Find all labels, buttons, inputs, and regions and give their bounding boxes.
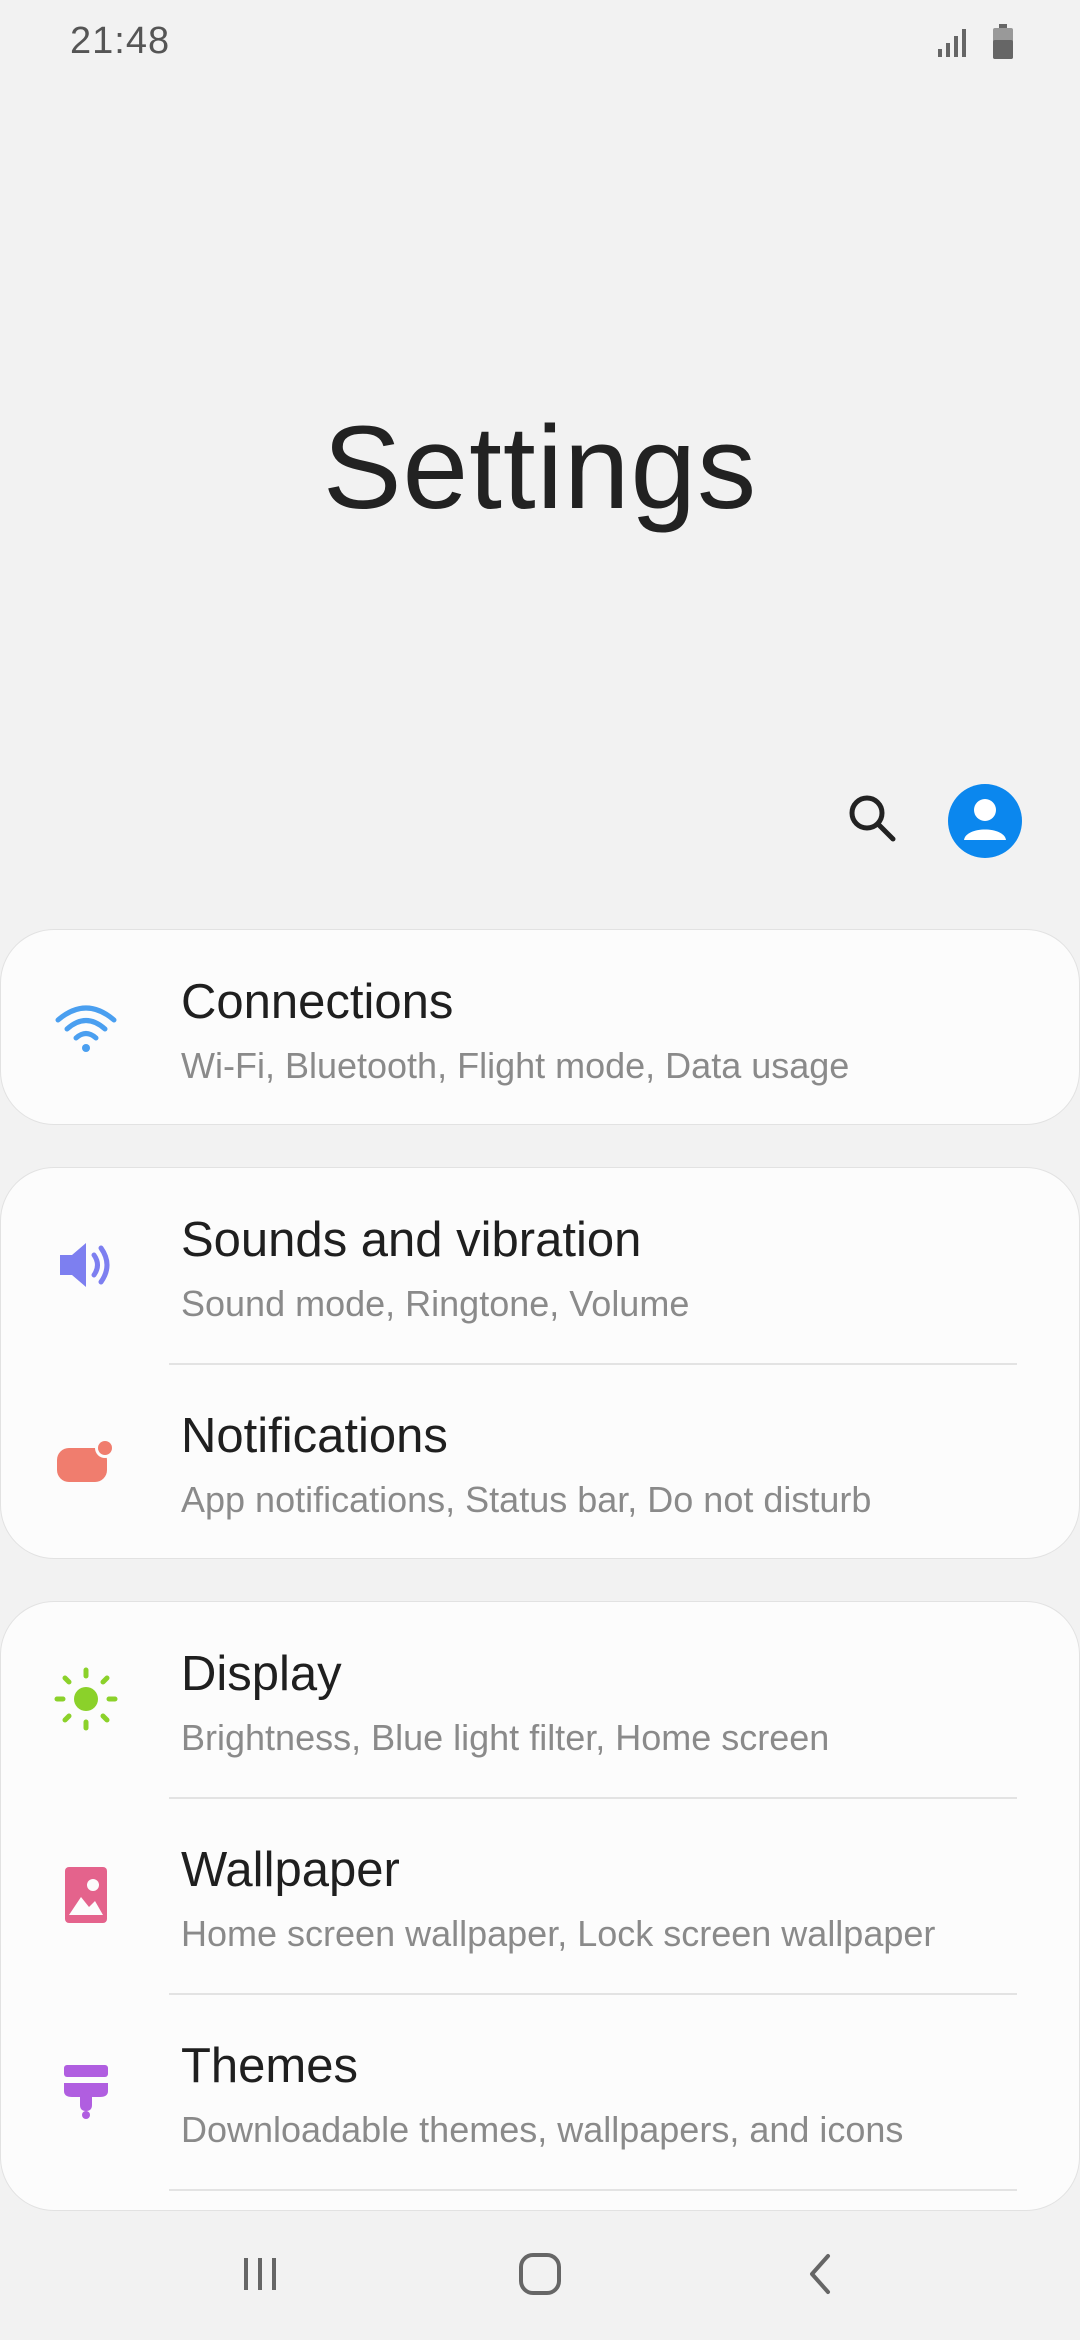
recents-icon [238, 2252, 282, 2301]
home-button[interactable] [500, 2241, 580, 2311]
item-subtitle: Sound mode, Ringtone, Volume [181, 1283, 690, 1324]
page-title: Settings [322, 402, 758, 534]
wallpaper-icon [51, 1860, 121, 1930]
item-title: Sounds and vibration [181, 1213, 642, 1267]
status-bar: 21:48 [0, 0, 1080, 90]
home-icon [516, 2250, 564, 2303]
settings-item-wallpaper[interactable]: Wallpaper Home screen wallpaper, Lock sc… [1, 1798, 1079, 1994]
settings-item-connections[interactable]: Connections Wi-Fi, Bluetooth, Flight mod… [1, 930, 1079, 1124]
item-subtitle: Home screen wallpaper, Lock screen wallp… [181, 1913, 936, 1954]
divider [169, 2189, 1017, 2191]
item-title: Display [181, 1647, 342, 1701]
status-time: 21:48 [70, 20, 171, 62]
display-icon [51, 1664, 121, 1734]
item-subtitle: App notifications, Status bar, Do not di… [181, 1479, 872, 1520]
wifi-icon [51, 992, 121, 1062]
search-icon [846, 792, 898, 849]
settings-item-themes[interactable]: Themes Downloadable themes, wallpapers, … [1, 1994, 1079, 2190]
back-icon [800, 2252, 844, 2301]
item-title: Notifications [181, 1409, 448, 1463]
navigation-bar [0, 2211, 1080, 2340]
volume-icon [51, 1230, 121, 1300]
settings-item-notifications[interactable]: Notifications App notifications, Status … [1, 1364, 1079, 1558]
item-subtitle: Brightness, Blue light filter, Home scre… [181, 1717, 830, 1758]
item-subtitle: Downloadable themes, wallpapers, and ico… [181, 2109, 904, 2150]
settings-card-display-wallpaper-themes: Display Brightness, Blue light filter, H… [0, 1601, 1080, 2211]
notification-icon [51, 1426, 121, 1496]
status-icons [936, 24, 1014, 65]
battery-icon [992, 24, 1014, 65]
recents-button[interactable] [220, 2241, 300, 2311]
item-title: Themes [181, 2039, 359, 2093]
signal-icon [936, 25, 970, 64]
settings-item-sounds[interactable]: Sounds and vibration Sound mode, Rington… [1, 1168, 1079, 1364]
profile-button[interactable] [948, 784, 1022, 858]
settings-card-connections: Connections Wi-Fi, Bluetooth, Flight mod… [0, 929, 1080, 1125]
back-button[interactable] [782, 2241, 862, 2311]
themes-icon [51, 2056, 121, 2126]
settings-card-sounds-notifications: Sounds and vibration Sound mode, Rington… [0, 1167, 1080, 1559]
item-subtitle: Wi-Fi, Bluetooth, Flight mode, Data usag… [181, 1045, 850, 1086]
item-title: Wallpaper [181, 1843, 400, 1897]
settings-item-display[interactable]: Display Brightness, Blue light filter, H… [1, 1602, 1079, 1798]
item-title: Connections [181, 975, 454, 1029]
search-button[interactable] [842, 790, 902, 850]
profile-icon [948, 784, 1022, 858]
